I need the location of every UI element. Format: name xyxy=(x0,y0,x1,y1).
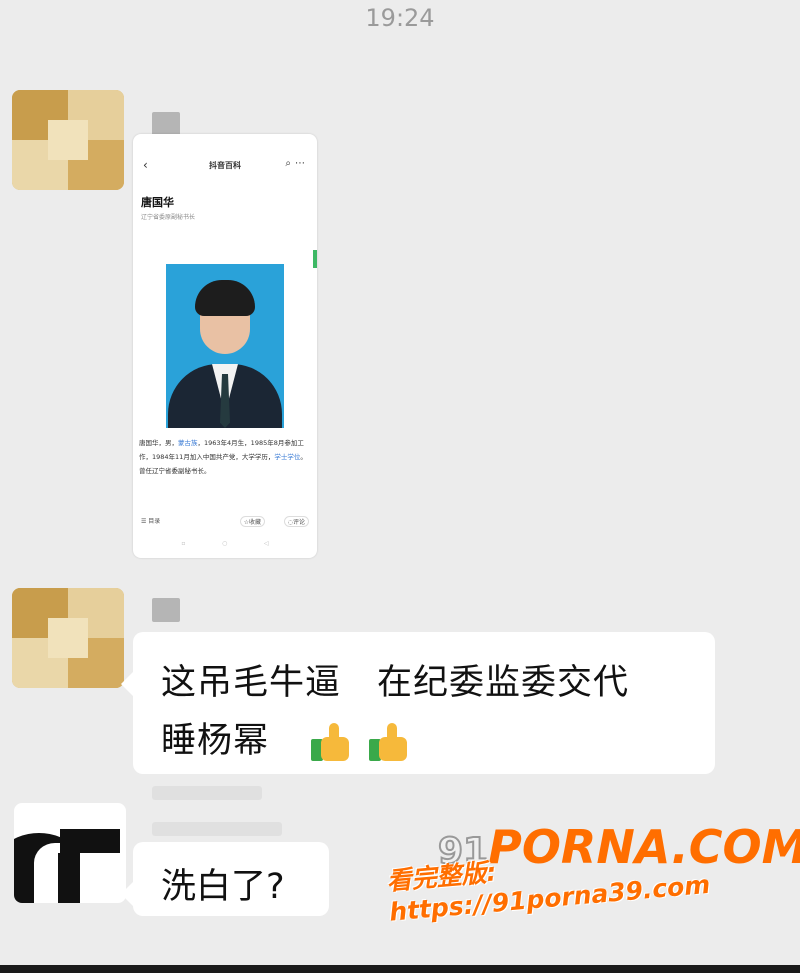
message-bubble[interactable]: 洗白了? xyxy=(121,842,329,916)
sender-avatar[interactable] xyxy=(12,588,124,688)
app-title: 抖音百科 xyxy=(209,161,241,170)
favorite-button: ☆收藏 xyxy=(239,516,265,527)
thumbs-up-icon xyxy=(369,723,409,761)
person-bio: 唐国华，男，蒙古族，1963年4月生，1985年8月参加工作，1984年11月加… xyxy=(139,439,307,475)
bottom-edge xyxy=(0,965,800,973)
sender-nickname-redacted xyxy=(152,598,180,622)
person-name: 唐国华 xyxy=(141,196,174,209)
sender-avatar[interactable] xyxy=(12,90,124,190)
person-photo xyxy=(166,264,284,428)
person-subtitle: 辽宁省委原副秘书长 xyxy=(141,214,196,221)
app-nav-bar: ‹ 抖音百科 ⌕⋯ xyxy=(141,158,309,174)
article-footer: ☰ 目录 ☆收藏 ◌评论 xyxy=(141,516,309,530)
redacted-nickname xyxy=(152,786,262,800)
comment-button: ◌评论 xyxy=(283,516,309,527)
status-time: 19:24 xyxy=(365,4,435,32)
bio-link-degree: 学士学位 xyxy=(274,453,301,461)
redacted-nickname xyxy=(152,822,282,836)
side-indicator xyxy=(313,250,317,268)
message-bubble[interactable]: 这吊毛牛逼 在纪委监委交代 睡杨幂 xyxy=(121,632,715,774)
sender-avatar[interactable] xyxy=(14,803,126,903)
bio-link-ethnicity: 蒙古族 xyxy=(178,439,198,447)
phone-status-bar xyxy=(133,134,317,148)
sender-nickname-redacted xyxy=(152,112,180,136)
phone-nav-bar: ▫ ○ ◁ xyxy=(181,540,269,547)
message-text-line2: 睡杨幂 xyxy=(161,712,409,763)
directory-button: ☰ 目录 xyxy=(141,518,161,525)
thumbs-up-icon xyxy=(311,723,351,761)
message-text: 洗白了? xyxy=(161,867,285,907)
message-text-line1: 这吊毛牛逼 在纪委监委交代 xyxy=(161,663,630,703)
search-more-icon: ⌕⋯ xyxy=(285,158,309,169)
shared-image-message[interactable]: ‹ 抖音百科 ⌕⋯ 唐国华 辽宁省委原副秘书长 唐国华，男，蒙古族，1963年4… xyxy=(133,134,317,558)
